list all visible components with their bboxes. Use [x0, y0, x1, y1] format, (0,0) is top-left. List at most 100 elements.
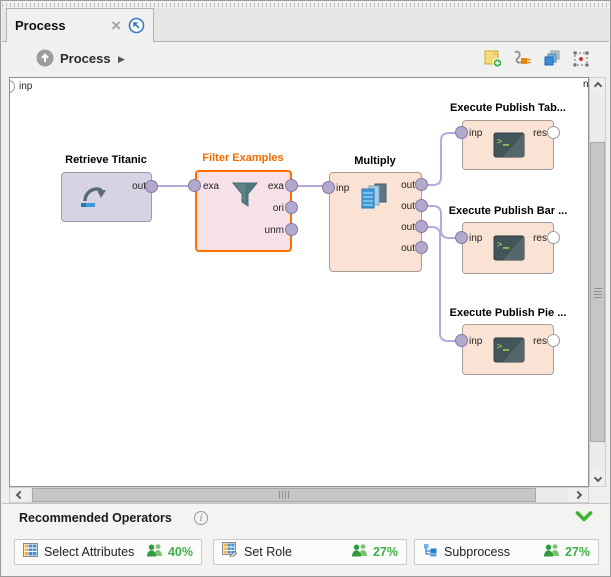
layers-icon: [543, 50, 561, 67]
canvas-input-port-label: inp: [19, 81, 32, 92]
operator-port[interactable]: [415, 241, 428, 254]
operator-port[interactable]: [285, 201, 298, 214]
port-label: out: [124, 181, 146, 193]
operator-title: Filter Examples: [178, 152, 308, 164]
operator-execute-publish-bar[interactable]: > inp res: [462, 222, 554, 274]
close-icon[interactable]: ×: [111, 19, 121, 33]
port-label: res: [525, 128, 547, 140]
terminal-icon: >: [493, 337, 525, 368]
filter-icon: [230, 181, 260, 216]
operator-port[interactable]: [455, 334, 468, 347]
scroll-down-button[interactable]: [590, 470, 605, 486]
operator-execute-publish-pie[interactable]: > inp res: [462, 324, 554, 375]
show-order-button[interactable]: [541, 48, 562, 69]
port-label: res: [525, 336, 547, 348]
recommended-label: Subprocess: [444, 545, 510, 559]
restore-panel-icon[interactable]: [128, 17, 145, 34]
collapse-panel-icon[interactable]: [575, 510, 593, 528]
process-panel-window: Process × Process ▶: [0, 0, 611, 577]
multiply-icon: [358, 183, 390, 216]
port-label: unm: [258, 225, 284, 237]
operator-multiply[interactable]: inp out out out out: [329, 172, 422, 272]
port-label: out: [393, 201, 415, 213]
operator-title: Retrieve Titanic: [41, 154, 171, 166]
operator-title: Execute Publish Bar ...: [443, 205, 573, 217]
users-icon: [543, 543, 561, 562]
port-label: exa: [258, 181, 284, 193]
subprocess-icon: [423, 543, 438, 562]
operator-retrieve-titanic[interactable]: out: [61, 172, 152, 222]
canvas-input-port[interactable]: [9, 80, 15, 93]
operator-port[interactable]: [547, 231, 560, 244]
operator-port[interactable]: [547, 334, 560, 347]
port-label: out: [393, 180, 415, 192]
operator-title: Execute Publish Pie ...: [443, 307, 573, 319]
horizontal-scroll-thumb[interactable]: [32, 488, 536, 502]
recommended-select-attributes[interactable]: Select Attributes 40%: [14, 539, 202, 565]
info-icon[interactable]: i: [194, 511, 208, 525]
canvas-result-port-label: n: [583, 79, 589, 90]
recommendation-percent: 27%: [565, 545, 590, 559]
table-pencil-icon: [222, 542, 238, 562]
port-label: inp: [469, 336, 482, 348]
terminal-icon: >: [493, 235, 525, 266]
breadcrumb[interactable]: Process: [60, 51, 111, 66]
process-canvas[interactable]: inp n Retrieve Titanic out Filter Exampl…: [9, 77, 589, 487]
fit-view-icon: [572, 50, 590, 68]
vertical-scroll-thumb[interactable]: [590, 142, 605, 442]
port-label: out: [393, 222, 415, 234]
svg-text:>: >: [497, 240, 503, 250]
tab-title: Process: [15, 18, 66, 33]
retrieve-icon: [77, 181, 109, 216]
recommended-operators-title: Recommended Operators: [19, 511, 172, 525]
recommended-operators-panel: Recommended Operators i Select Attribute…: [2, 503, 609, 575]
operator-port[interactable]: [415, 178, 428, 191]
add-note-button[interactable]: [483, 48, 504, 69]
operator-title: Execute Publish Tab...: [443, 102, 573, 114]
operator-port[interactable]: [188, 179, 201, 192]
operator-port[interactable]: [547, 126, 560, 139]
plug-icon: [513, 50, 532, 67]
users-icon: [351, 543, 369, 562]
svg-text:>: >: [497, 342, 503, 352]
operator-port[interactable]: [415, 220, 428, 233]
scroll-up-button[interactable]: [590, 78, 605, 94]
tab-process[interactable]: Process ×: [6, 8, 154, 42]
port-label: out: [393, 243, 415, 255]
operator-execute-publish-tab[interactable]: > inp res: [462, 120, 554, 170]
recommended-label: Set Role: [244, 545, 292, 559]
recommended-set-role[interactable]: Set Role 27%: [213, 539, 407, 565]
terminal-icon: >: [493, 132, 525, 163]
horizontal-scrollbar[interactable]: [9, 487, 589, 503]
recommended-subprocess[interactable]: Subprocess 27%: [414, 539, 599, 565]
auto-fit-button[interactable]: [570, 48, 591, 69]
breadcrumb-expand-icon[interactable]: ▶: [118, 54, 125, 65]
recommendation-percent: 27%: [373, 545, 398, 559]
navigate-up-icon[interactable]: [36, 49, 54, 67]
operator-port[interactable]: [455, 126, 468, 139]
operator-port[interactable]: [415, 199, 428, 212]
svg-text:>: >: [497, 137, 503, 147]
port-label: ori: [258, 203, 284, 215]
scroll-left-button[interactable]: [10, 488, 30, 502]
users-icon: [146, 543, 164, 562]
operator-port[interactable]: [285, 179, 298, 192]
operator-port[interactable]: [145, 180, 158, 193]
process-toolbar: Process ▶: [2, 42, 609, 77]
recommendation-percent: 40%: [168, 545, 193, 559]
operator-port[interactable]: [322, 181, 335, 194]
scroll-right-button[interactable]: [568, 488, 588, 502]
note-plus-icon: [484, 50, 503, 68]
scrollbar-corner: [589, 487, 606, 503]
auto-wire-button[interactable]: [512, 48, 533, 69]
operator-filter-examples[interactable]: exa exa ori unm: [195, 170, 292, 252]
recommended-label: Select Attributes: [44, 545, 134, 559]
port-label: inp: [469, 233, 482, 245]
operator-port[interactable]: [455, 231, 468, 244]
port-label: res: [525, 233, 547, 245]
operator-port[interactable]: [285, 223, 298, 236]
port-label: exa: [203, 181, 219, 193]
operator-title: Multiply: [310, 155, 440, 167]
vertical-scrollbar[interactable]: [589, 77, 606, 487]
tab-bar: Process ×: [2, 8, 609, 42]
